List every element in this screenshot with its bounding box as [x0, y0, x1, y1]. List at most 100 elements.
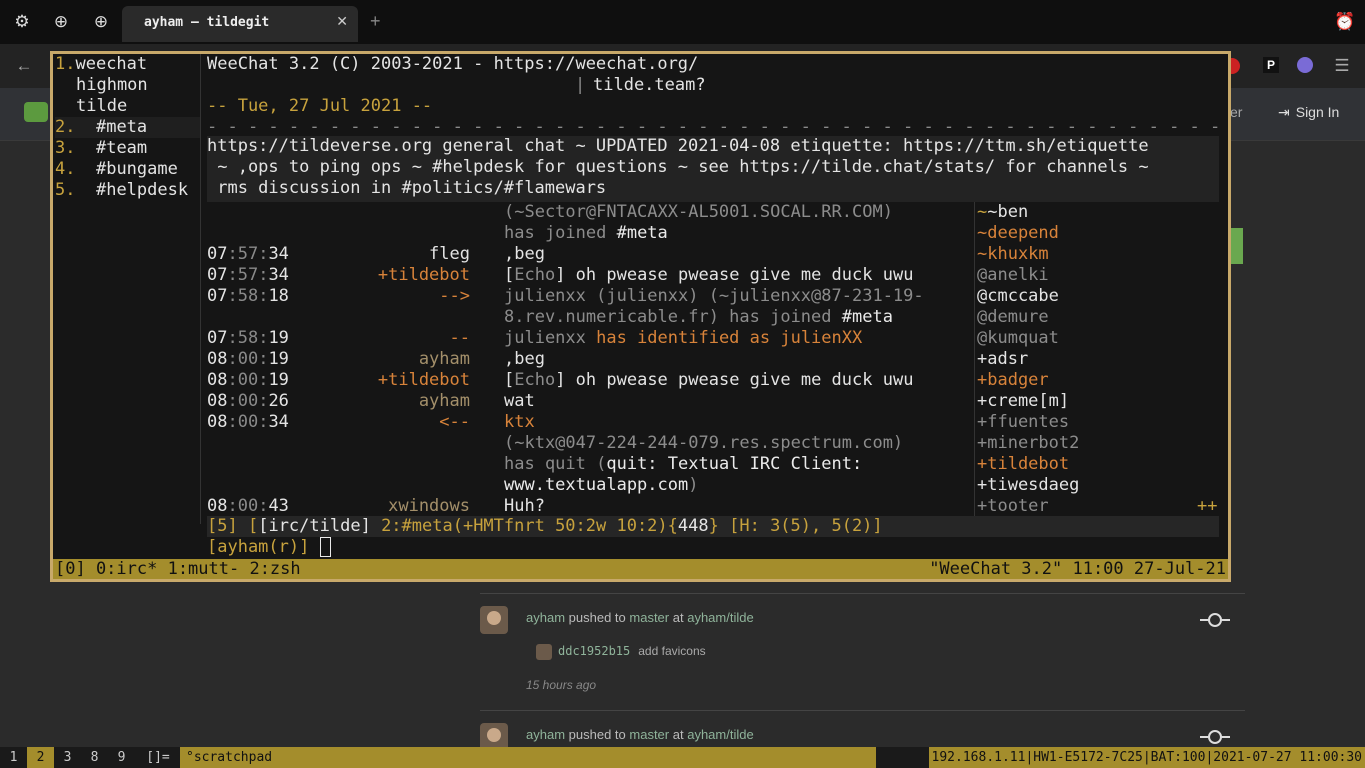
user-avatar[interactable]: [480, 723, 508, 747]
sign-in-label: Sign In: [1295, 104, 1340, 120]
back-icon[interactable]: ←: [14, 56, 34, 76]
nav-partial-label[interactable]: er: [1230, 104, 1242, 120]
message-text: Huh?: [504, 496, 545, 516]
branch-link[interactable]: master: [629, 727, 669, 742]
message-text: (~ktx@047-224-244-079.res.spectrum.com): [504, 433, 904, 453]
commit-sha-link[interactable]: ddc1952b15: [558, 644, 630, 658]
window-title: °scratchpad: [180, 747, 876, 768]
buffer-item[interactable]: tilde: [76, 96, 127, 117]
workspace-1[interactable]: 1: [0, 747, 27, 768]
browser-tab-bar: ⚙ ⊕ ⊕ ayham — tildegit ✕ + ⏰: [0, 0, 1365, 44]
layout-indicator[interactable]: []=: [140, 747, 176, 768]
message-text: wat: [504, 391, 535, 411]
branch-link[interactable]: master: [629, 610, 669, 625]
message-text: [Echo] oh pwease pwease give me duck uwu: [504, 370, 914, 390]
user-link[interactable]: ayham: [526, 610, 565, 625]
message-time: 07:57:34: [207, 265, 289, 285]
sign-in-link[interactable]: ⇥ Sign In: [1278, 104, 1339, 121]
nick-item[interactable]: +badger: [977, 370, 1049, 391]
nick-item[interactable]: +minerbot2: [977, 433, 1079, 454]
status-text: [5] [[irc/tilde] 2:#meta(+HMTfnrt 50:2w …: [207, 516, 883, 536]
workspace-9[interactable]: 9: [108, 747, 135, 768]
nick-item[interactable]: ~~ben: [977, 202, 1028, 223]
nick-item[interactable]: +tildebot: [977, 454, 1069, 475]
message-time: 07:58:18: [207, 286, 289, 306]
repo-link[interactable]: ayham/tilde: [687, 610, 753, 625]
status-bar: [5] [[irc/tilde] 2:#meta(+HMTfnrt 50:2w …: [207, 516, 1219, 537]
tmux-status-bar: [0] 0:irc* 1:mutt- 2:zsh "WeeChat 3.2" 1…: [53, 559, 1228, 579]
message-text: julienxx (julienxx) (~julienxx@87-231-19…: [504, 286, 924, 306]
nick-item[interactable]: +creme[m]: [977, 391, 1069, 412]
nick-item[interactable]: ~deepend: [977, 223, 1059, 244]
message-text: ktx: [504, 412, 535, 432]
input-line[interactable]: [ayham(r)]: [207, 537, 331, 558]
feed-divider: [480, 710, 1245, 711]
wm-status-bar: 1 2 3 8 9 []= °scratchpad 192.168.1.11|H…: [0, 747, 1365, 768]
feed-timestamp: 15 hours ago: [526, 678, 597, 692]
nick-item[interactable]: +tooter: [977, 496, 1049, 517]
at-text: at: [672, 610, 684, 625]
message-time: 08:00:43: [207, 496, 289, 516]
new-tab-icon[interactable]: +: [370, 11, 381, 32]
browser-menu-icon[interactable]: ⚙: [12, 12, 32, 32]
message-time: 08:00:26: [207, 391, 289, 411]
nick-item[interactable]: ~khuxkm: [977, 244, 1049, 265]
topic-line: rms discussion in #politics/#flamewars: [207, 178, 607, 198]
message-time: 08:00:19: [207, 349, 289, 369]
nicklist-separator: [974, 202, 975, 516]
pinned-tab-globe-icon[interactable]: ⊕: [91, 12, 111, 32]
commit-line: ddc1952b15 add favicons: [536, 644, 706, 660]
git-commit-icon: [1200, 612, 1230, 628]
user-avatar[interactable]: [480, 606, 508, 634]
nick-item[interactable]: @cmccabe: [977, 286, 1059, 307]
tab-close-icon[interactable]: ✕: [336, 13, 348, 30]
buffer-item[interactable]: 1.weechat: [55, 54, 147, 75]
read-marker: - - - - - - - - - - - - - - - - - - - - …: [207, 117, 1219, 137]
message-nick: +tildebot: [377, 265, 470, 285]
message-text: 8.rev.numericable.fr) has joined #meta: [504, 307, 893, 327]
nick-item[interactable]: +adsr: [977, 349, 1028, 370]
extension-p-icon[interactable]: P: [1263, 57, 1279, 73]
message-text: [Echo] oh pwease pwease give me duck uwu: [504, 265, 914, 285]
extension-ghost-icon[interactable]: [1297, 57, 1313, 73]
nick-item[interactable]: @kumquat: [977, 328, 1059, 349]
feed-item: ayham pushed to master at ayham/tilde dd…: [480, 606, 1245, 706]
workspace-2[interactable]: 2: [27, 747, 54, 768]
buffer-list: 1.weechat highmon tilde 2. #meta 3. #tea…: [55, 54, 201, 524]
buffer-item[interactable]: highmon: [76, 75, 148, 96]
pinned-tab-globe-icon[interactable]: ⊕: [51, 12, 71, 32]
message-text: (~Sector@FNTACAXX-AL5001.SOCAL.RR.COM): [504, 202, 893, 222]
tab-tildegit[interactable]: ayham — tildegit ✕: [122, 6, 358, 42]
nick-item[interactable]: +ffuentes: [977, 412, 1069, 433]
message-nick: ayham: [418, 391, 470, 411]
sign-in-icon: ⇥: [1278, 104, 1290, 120]
workspace-8[interactable]: 8: [81, 747, 108, 768]
buffer-item-meta[interactable]: 2. #meta: [55, 117, 147, 138]
buffer-item[interactable]: 4. #bungame: [55, 159, 178, 180]
nicklist-more-indicator: ++: [1197, 496, 1218, 516]
nick-item[interactable]: +tiwesdaeg: [977, 475, 1079, 496]
scratch-marker: °: [186, 750, 194, 765]
gitea-logo-icon[interactable]: [24, 102, 48, 122]
tab-title: ayham — tildegit: [144, 15, 270, 30]
tmux-windows[interactable]: [0] 0:irc* 1:mutt- 2:zsh: [55, 559, 301, 579]
nick-item[interactable]: @anelki: [977, 265, 1049, 286]
terminal-window[interactable]: 1.weechat highmon tilde 2. #meta 3. #tea…: [50, 51, 1231, 582]
nick-item[interactable]: @demure: [977, 307, 1049, 328]
tmux-status-right: "WeeChat 3.2" 11:00 27-Jul-21: [929, 559, 1226, 579]
message-nick: ayham: [418, 349, 470, 369]
user-link[interactable]: ayham: [526, 727, 565, 742]
commit-message: add favicons: [638, 644, 706, 659]
topic-line: ~ ,ops to ping ops ~ #helpdesk for quest…: [207, 157, 1149, 177]
hamburger-menu-icon[interactable]: ☰: [1332, 56, 1352, 76]
action-text: pushed to: [568, 610, 626, 625]
buffer-item[interactable]: 3. #team: [55, 138, 147, 159]
message-text: ,beg: [504, 244, 545, 264]
repo-link[interactable]: ayham/tilde: [687, 727, 753, 742]
workspace-3[interactable]: 3: [54, 747, 81, 768]
message-time: 07:57:34: [207, 244, 289, 264]
message-nick: fleg: [429, 244, 470, 264]
alarm-clock-icon[interactable]: ⏰: [1334, 12, 1355, 32]
date-separator: -- Tue, 27 Jul 2021 --: [207, 96, 433, 116]
buffer-item[interactable]: 5. #helpdesk: [55, 180, 188, 201]
